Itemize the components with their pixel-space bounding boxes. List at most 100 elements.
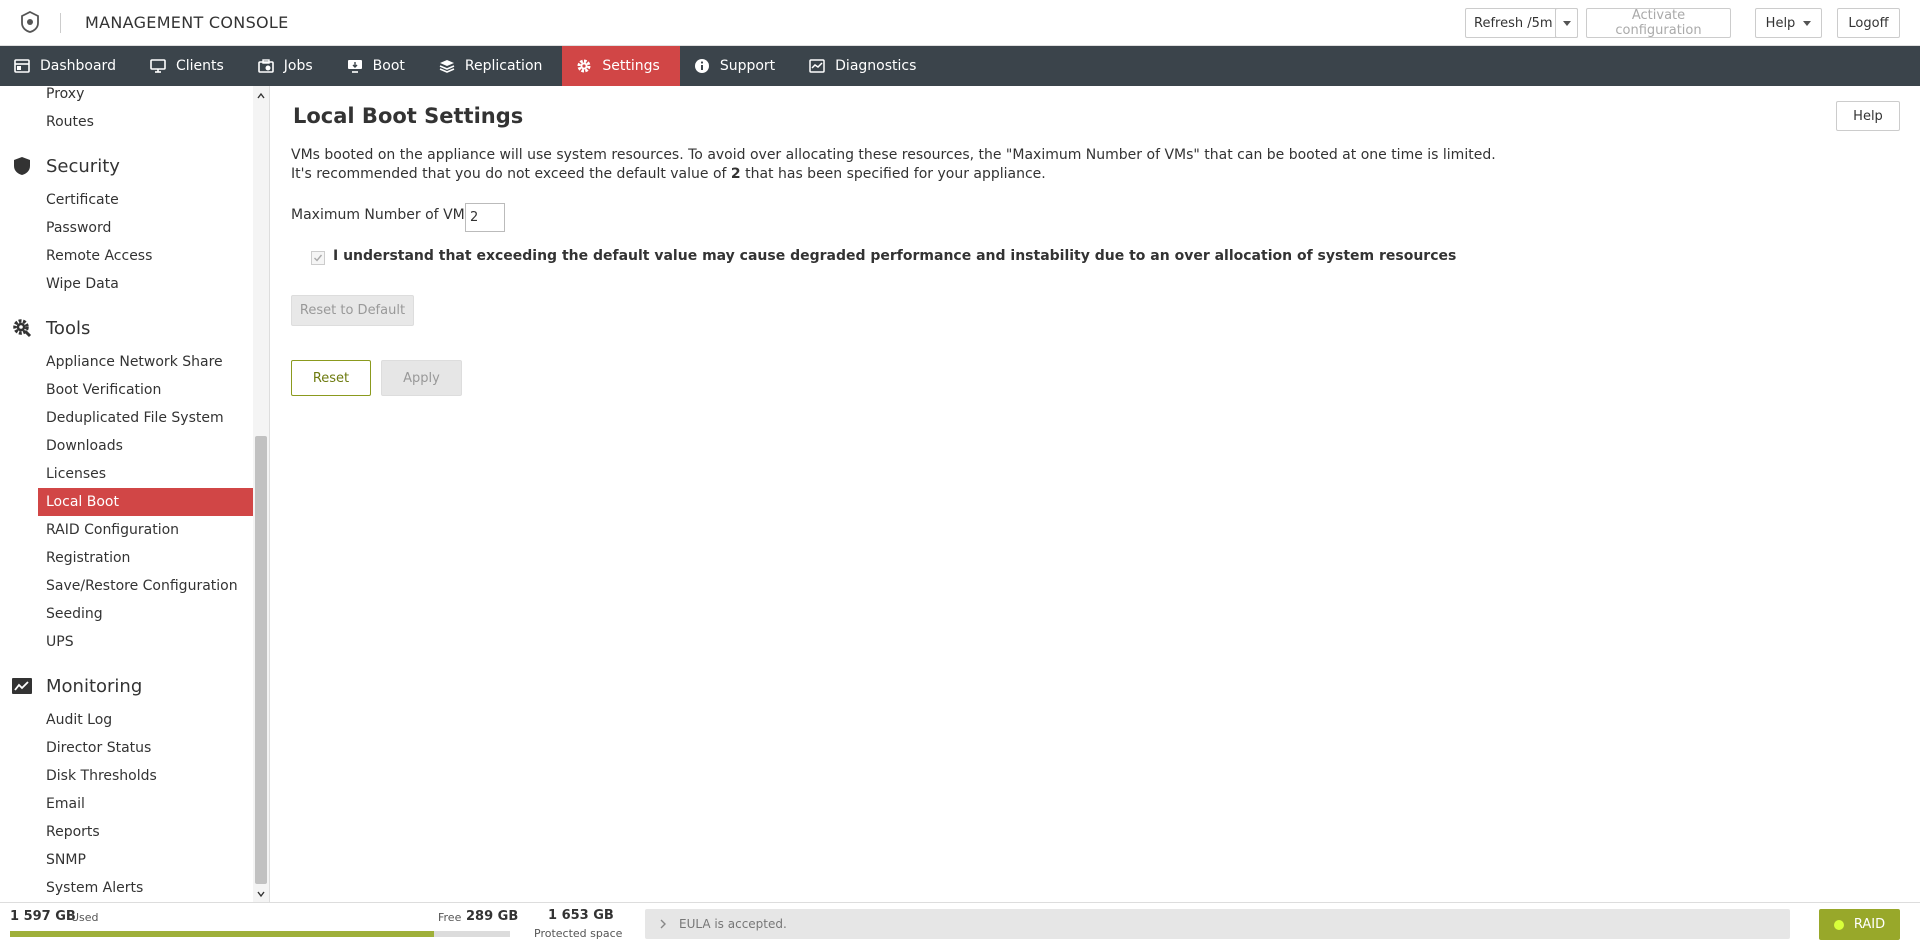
- sidebar-scrollbar[interactable]: [253, 86, 269, 902]
- boot-icon: [347, 58, 363, 74]
- scroll-down-icon[interactable]: [257, 890, 265, 898]
- shield-icon: [12, 156, 32, 176]
- acknowledge-checkbox[interactable]: [311, 251, 325, 265]
- max-vms-input[interactable]: [465, 203, 505, 232]
- monitoring-chart-icon: [12, 676, 32, 696]
- main-content: Local Boot Settings Help VMs booted on t…: [271, 86, 1920, 902]
- sidebar-item-raid-configuration[interactable]: RAID Configuration: [0, 516, 253, 544]
- scroll-up-icon[interactable]: [257, 92, 265, 100]
- sidebar-item-email[interactable]: Email: [0, 790, 253, 818]
- nav-replication[interactable]: Replication: [425, 46, 562, 86]
- sidebar-item-proxy[interactable]: Proxy: [0, 86, 253, 108]
- free-value: 289 GB: [466, 909, 519, 924]
- sidebar-item-snmp[interactable]: SNMP: [0, 846, 253, 874]
- section-monitoring: Monitoring: [0, 666, 253, 706]
- logo-divider: [60, 13, 61, 33]
- monitor-icon: [150, 58, 166, 74]
- status-dot-icon: [1833, 919, 1844, 930]
- refresh-label: Refresh /5m: [1474, 15, 1553, 31]
- sidebar-item-seeding[interactable]: Seeding: [0, 600, 253, 628]
- description-text: that has been specified for your applian…: [740, 166, 1046, 182]
- sidebar-item-remote-access[interactable]: Remote Access: [0, 242, 253, 270]
- protected-label: Protected space: [534, 927, 623, 940]
- sidebar-item-registration[interactable]: Registration: [0, 544, 253, 572]
- sidebar-item-disk-thresholds[interactable]: Disk Thresholds: [0, 762, 253, 790]
- sidebar-item-audit-log[interactable]: Audit Log: [0, 706, 253, 734]
- nav-settings[interactable]: Settings: [562, 46, 680, 86]
- description-text: It's recommended that you do not exceed …: [291, 166, 731, 182]
- chevron-right-icon: [660, 919, 666, 929]
- default-value: 2: [730, 166, 741, 182]
- storage-usage-bar: [10, 931, 510, 937]
- nav-label: Clients: [175, 58, 224, 74]
- sidebar-item-appliance-network-share[interactable]: Appliance Network Share: [0, 348, 253, 376]
- jobs-icon: [257, 58, 274, 74]
- status-footer: 1 597 GB Used Free 289 GB 1 653 GB Prote…: [0, 902, 1920, 946]
- help-menu-button[interactable]: Help: [1755, 8, 1822, 38]
- nav-label: Jobs: [283, 58, 313, 74]
- sidebar-item-wipe-data[interactable]: Wipe Data: [0, 270, 253, 298]
- section-title: Tools: [46, 317, 91, 339]
- help-button[interactable]: Help: [1836, 101, 1900, 131]
- section-title: Security: [46, 155, 120, 177]
- eula-status[interactable]: EULA is accepted.: [645, 909, 1790, 939]
- sidebar-item-downloads[interactable]: Downloads: [0, 432, 253, 460]
- section-security: Security: [0, 146, 253, 186]
- scrollbar-thumb[interactable]: [255, 436, 267, 884]
- activate-configuration-button[interactable]: Activate configuration: [1586, 8, 1731, 38]
- sidebar-item-reports[interactable]: Reports: [0, 818, 253, 846]
- refresh-dropdown-button[interactable]: [1556, 8, 1578, 38]
- acknowledge-label: I understand that exceeding the default …: [333, 248, 1457, 264]
- reset-to-default-button[interactable]: Reset to Default: [291, 295, 414, 326]
- diagnostics-icon: [809, 58, 825, 74]
- sidebar-item-licenses[interactable]: Licenses: [0, 460, 253, 488]
- tools-gear-icon: [12, 318, 32, 338]
- section-title: Monitoring: [46, 675, 143, 697]
- nav-label: Diagnostics: [835, 58, 917, 74]
- logoff-button[interactable]: Logoff: [1837, 8, 1900, 38]
- sidebar-item-director-status[interactable]: Director Status: [0, 734, 253, 762]
- max-vms-label: Maximum Number of VMs:: [291, 207, 477, 223]
- activate-label: Activate configuration: [1615, 8, 1702, 38]
- logoff-label: Logoff: [1848, 15, 1889, 31]
- reset-button[interactable]: Reset: [291, 360, 371, 396]
- sidebar-item-local-boot[interactable]: Local Boot: [38, 488, 253, 516]
- nav-dashboard[interactable]: Dashboard: [0, 46, 136, 86]
- sidebar-content: Proxy Routes Security Certificate Passwo…: [0, 86, 253, 902]
- nav-boot[interactable]: Boot: [333, 46, 425, 86]
- dashboard-icon: [14, 58, 30, 74]
- chevron-down-icon: [1803, 20, 1812, 26]
- app-title: MANAGEMENT CONSOLE: [85, 13, 289, 32]
- replication-icon: [439, 58, 455, 74]
- raid-status-badge[interactable]: RAID: [1819, 909, 1900, 940]
- sidebar-item-password[interactable]: Password: [0, 214, 253, 242]
- nav-clients[interactable]: Clients: [136, 46, 244, 86]
- help-menu-label: Help: [1765, 15, 1796, 31]
- sidebar-item-ups[interactable]: UPS: [0, 628, 253, 656]
- used-value: 1 597 GB: [10, 909, 76, 924]
- nav-label: Settings: [602, 58, 660, 74]
- nav-label: Boot: [372, 58, 405, 74]
- chevron-down-icon: [1562, 20, 1571, 26]
- sidebar-item-boot-verification[interactable]: Boot Verification: [0, 376, 253, 404]
- sidebar-item-routes[interactable]: Routes: [0, 108, 253, 136]
- apply-button[interactable]: Apply: [381, 360, 462, 396]
- description: VMs booted on the appliance will use sys…: [291, 146, 1591, 184]
- nav-support[interactable]: Support: [680, 46, 795, 86]
- protected-value: 1 653 GB: [548, 908, 614, 923]
- checkmark-icon: [314, 254, 323, 262]
- nav-label: Replication: [464, 58, 543, 74]
- description-line-2: It's recommended that you do not exceed …: [291, 165, 1591, 184]
- nav-jobs[interactable]: Jobs: [244, 46, 333, 86]
- page-title: Local Boot Settings: [293, 104, 524, 128]
- storage-usage-fill: [10, 931, 434, 937]
- sidebar-item-deduplicated-file-system[interactable]: Deduplicated File System: [0, 404, 253, 432]
- sidebar-item-save-restore-configuration[interactable]: Save/Restore Configuration: [0, 572, 253, 600]
- nav-diagnostics[interactable]: Diagnostics: [795, 46, 936, 86]
- eula-text: EULA is accepted.: [679, 917, 787, 931]
- nav-label: Dashboard: [40, 58, 116, 74]
- used-label: Used: [71, 911, 99, 924]
- sidebar-item-certificate[interactable]: Certificate: [0, 186, 253, 214]
- section-tools: Tools: [0, 308, 253, 348]
- sidebar-item-system-alerts[interactable]: System Alerts: [0, 874, 253, 902]
